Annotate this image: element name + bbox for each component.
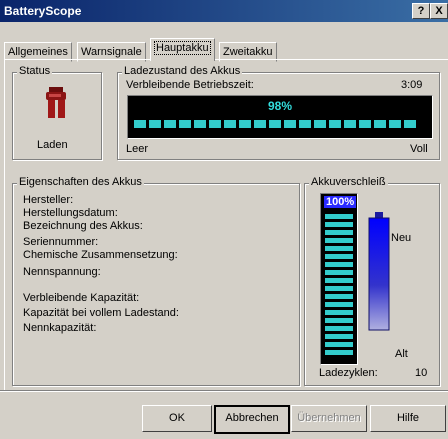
charge-group: Ladezustand des Akkus Verbleibende Betri… — [117, 65, 440, 160]
cancel-button[interactable]: Abbrechen — [214, 405, 290, 434]
charge-segment — [404, 120, 416, 128]
remaining-time-label: Verbleibende Betriebszeit: — [126, 79, 254, 91]
charge-segment — [284, 120, 296, 128]
field-manufacturer: Hersteller: — [23, 194, 74, 206]
charge-percent: 98% — [267, 99, 293, 113]
wear-new-label: Neu — [391, 232, 412, 244]
tab-hauptakku[interactable]: Hauptakku — [150, 38, 215, 61]
charge-segment — [329, 120, 341, 128]
wear-segment — [325, 326, 353, 331]
wear-segment — [325, 222, 353, 227]
charge-segment — [179, 120, 191, 128]
charge-segment — [389, 120, 401, 128]
wear-segment — [325, 262, 353, 267]
wear-segment — [325, 254, 353, 259]
wear-segment — [325, 286, 353, 291]
charge-min-label: Leer — [126, 143, 149, 155]
charge-segment — [299, 120, 311, 128]
help-title-button[interactable]: ? — [412, 3, 430, 19]
charge-segment — [314, 120, 326, 128]
apply-button[interactable]: Übernehmen — [291, 405, 367, 432]
ok-button[interactable]: OK — [142, 405, 212, 432]
wear-segment — [325, 294, 353, 299]
wear-old-label: Alt — [395, 348, 408, 360]
charging-plug-icon — [46, 87, 66, 118]
remaining-time-value: 3:09 — [401, 79, 423, 91]
charge-meter: 98% — [127, 95, 433, 139]
charge-segment — [224, 120, 236, 128]
wear-segment — [325, 350, 353, 355]
close-title-button[interactable]: X — [430, 3, 448, 19]
cycles-label: Ladezyklen: — [319, 367, 378, 379]
charge-segment — [359, 120, 371, 128]
wear-percent: 100% — [324, 196, 357, 208]
charge-segment — [239, 120, 251, 128]
wear-segment — [325, 230, 353, 235]
wear-group: Akkuverschleiß 100% Neu Alt Ladezyklen: … — [304, 176, 440, 386]
charge-segment — [164, 120, 176, 128]
charge-segment — [344, 120, 356, 128]
charge-segment — [374, 120, 386, 128]
field-serial-number: Seriennummer: — [23, 236, 99, 248]
field-battery-name: Bezeichnung des Akkus: — [23, 220, 143, 232]
help-button[interactable]: Hilfe — [370, 405, 446, 432]
wear-segment — [325, 238, 353, 243]
properties-group: Eigenschaften des Akkus Hersteller: Hers… — [12, 176, 300, 386]
charge-bar-track — [134, 120, 424, 128]
field-full-charge-capacity: Kapazität bei vollem Ladestand: — [23, 307, 179, 319]
wear-segment — [325, 310, 353, 315]
wear-segment — [325, 334, 353, 339]
wear-segment — [325, 278, 353, 283]
wear-segment — [325, 302, 353, 307]
battery-wear-icon — [368, 212, 390, 331]
field-remaining-capacity: Verbleibende Kapazität: — [23, 292, 140, 304]
wear-segment — [325, 270, 353, 275]
field-manufacture-date: Herstellungsdatum: — [23, 207, 118, 219]
wear-segment — [325, 246, 353, 251]
charge-segment — [149, 120, 161, 128]
status-state: Laden — [37, 139, 68, 151]
charge-segment — [194, 120, 206, 128]
title-bar: BatteryScope ? X — [0, 0, 448, 22]
charge-segment — [269, 120, 281, 128]
button-separator — [0, 390, 448, 392]
field-chemistry: Chemische Zusammensetzung: — [23, 249, 178, 261]
charge-segment — [254, 120, 266, 128]
status-group: Status Laden — [12, 65, 102, 160]
wear-segment — [325, 342, 353, 347]
cycles-value: 10 — [415, 367, 428, 379]
properties-legend: Eigenschaften des Akkus — [17, 176, 144, 188]
wear-segment — [325, 318, 353, 323]
wear-segment — [325, 214, 353, 219]
charge-segment — [134, 120, 146, 128]
status-legend: Status — [17, 65, 53, 77]
wear-meter: 100% — [320, 193, 358, 365]
wear-bar-track — [325, 214, 353, 358]
field-design-capacity: Nennkapazität: — [23, 322, 97, 334]
window-title: BatteryScope — [4, 4, 82, 18]
charge-segment — [209, 120, 221, 128]
field-nominal-voltage: Nennspannung: — [23, 266, 101, 278]
charge-max-label: Voll — [410, 143, 428, 155]
wear-legend: Akkuverschleiß — [309, 176, 388, 188]
charge-legend: Ladezustand des Akkus — [122, 65, 243, 77]
